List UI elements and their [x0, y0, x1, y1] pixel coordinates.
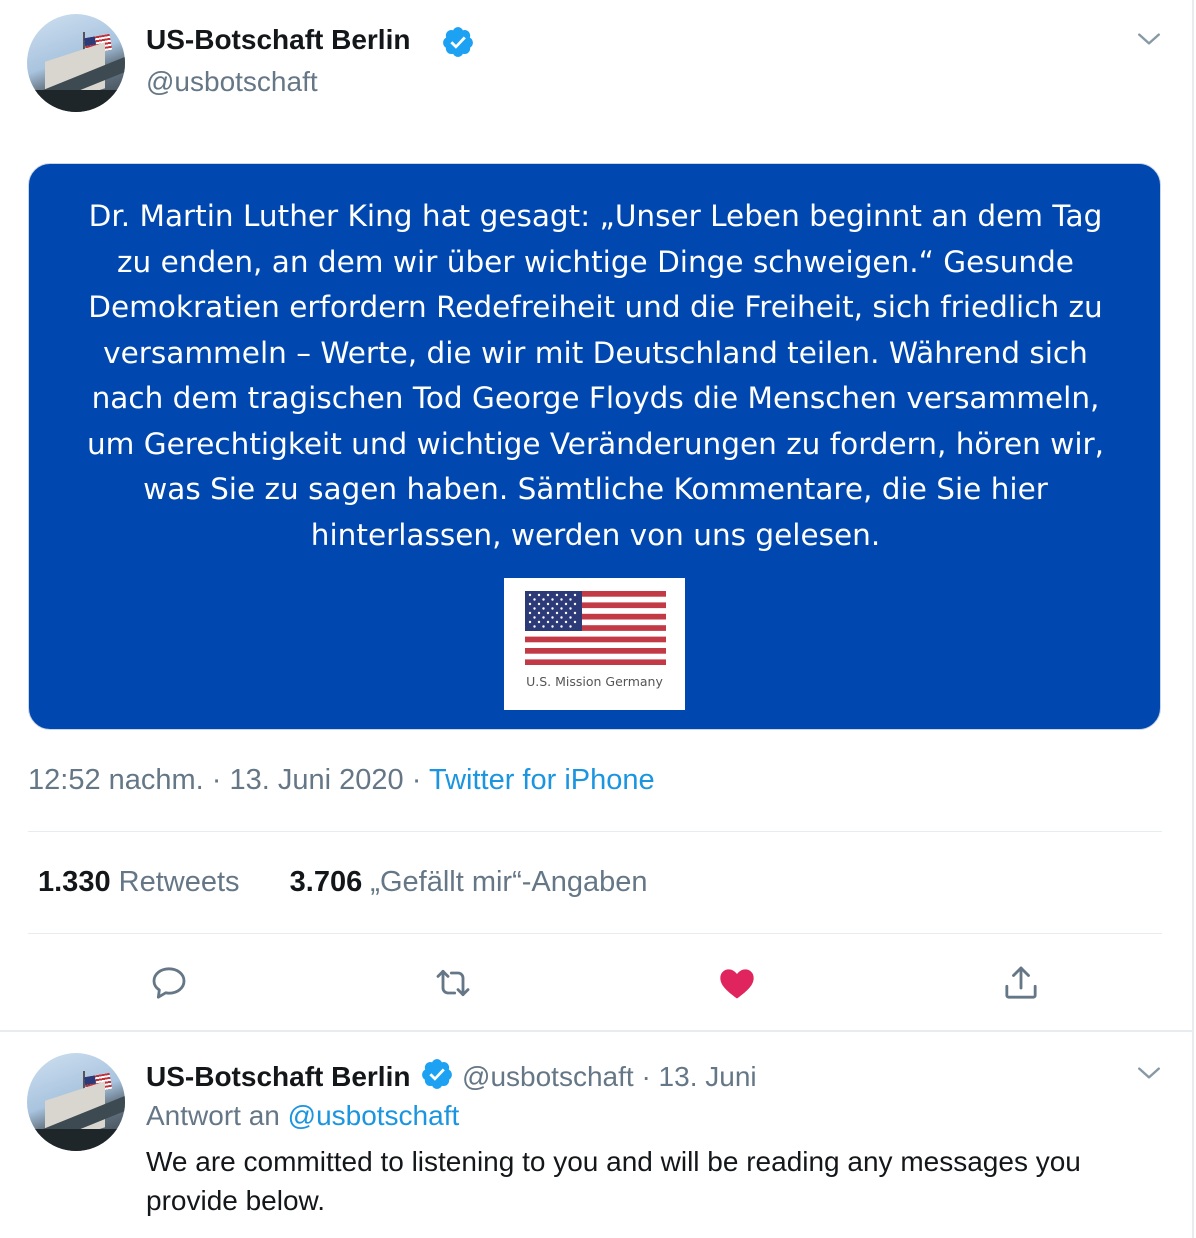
- us-flag-icon: [525, 591, 666, 665]
- reply-header: US-Botschaft Berlin @usbotschaft · 13. J…: [146, 1057, 757, 1093]
- tweet-date[interactable]: 13. Juni 2020: [230, 764, 404, 796]
- reply-avatar[interactable]: [27, 1053, 125, 1151]
- tweet-meta: 12:52 nachm. · 13. Juni 2020 · Twitter f…: [28, 764, 655, 797]
- us-mission-logo: U.S. Mission Germany: [504, 578, 685, 710]
- reply-separator: ·: [641, 1061, 651, 1092]
- tweet-time[interactable]: 12:52 nachm.: [28, 764, 204, 796]
- reply-handle[interactable]: @usbotschaft: [462, 1061, 634, 1092]
- image-quote-text: Dr. Martin Luther King hat gesagt: „Unse…: [86, 199, 1105, 552]
- column-border: [1192, 0, 1194, 1238]
- meta-separator: ·: [211, 764, 222, 796]
- avatar[interactable]: [27, 14, 125, 112]
- logo-caption: U.S. Mission Germany: [526, 674, 663, 689]
- retweets-stat[interactable]: 1.330 Retweets: [38, 866, 240, 898]
- retweet-arrows-icon[interactable]: [433, 963, 473, 1003]
- tweet-source-link[interactable]: Twitter for iPhone: [429, 764, 655, 796]
- likes-stat[interactable]: 3.706 „Gefällt mir“-Angaben: [290, 866, 648, 898]
- display-name[interactable]: US-Botschaft Berlin: [146, 24, 410, 56]
- speech-bubble-icon[interactable]: [149, 963, 189, 1003]
- chevron-down-icon[interactable]: [1136, 26, 1162, 52]
- share-upload-icon[interactable]: [1001, 963, 1041, 1003]
- divider: [28, 933, 1162, 934]
- divider: [28, 831, 1162, 832]
- reply-to-line: Antwort an @usbotschaft: [146, 1100, 459, 1132]
- reply-to-handle[interactable]: @usbotschaft: [288, 1100, 460, 1131]
- handle[interactable]: @usbotschaft: [146, 66, 318, 98]
- meta-separator: ·: [411, 764, 422, 796]
- reply-date[interactable]: 13. Juni: [659, 1061, 757, 1092]
- heart-icon[interactable]: [717, 963, 757, 1003]
- likes-label: „Gefällt mir“-Angaben: [370, 866, 648, 898]
- tweet-stats: 1.330 Retweets 3.706 „Gefällt mir“-Angab…: [38, 866, 648, 899]
- verified-badge-icon: [443, 27, 473, 57]
- verified-badge-icon: [422, 1059, 453, 1089]
- retweets-count: 1.330: [38, 866, 111, 898]
- section-divider: [0, 1030, 1192, 1032]
- retweets-label: Retweets: [118, 866, 240, 898]
- likes-count: 3.706: [289, 866, 363, 898]
- reply-display-name[interactable]: US-Botschaft Berlin: [146, 1061, 410, 1092]
- reply-text: We are committed to listening to you and…: [146, 1146, 1081, 1216]
- reply-to-label: Antwort an: [146, 1100, 280, 1131]
- tweet-image[interactable]: Dr. Martin Luther King hat gesagt: „Unse…: [28, 163, 1161, 730]
- chevron-down-icon[interactable]: [1136, 1060, 1162, 1086]
